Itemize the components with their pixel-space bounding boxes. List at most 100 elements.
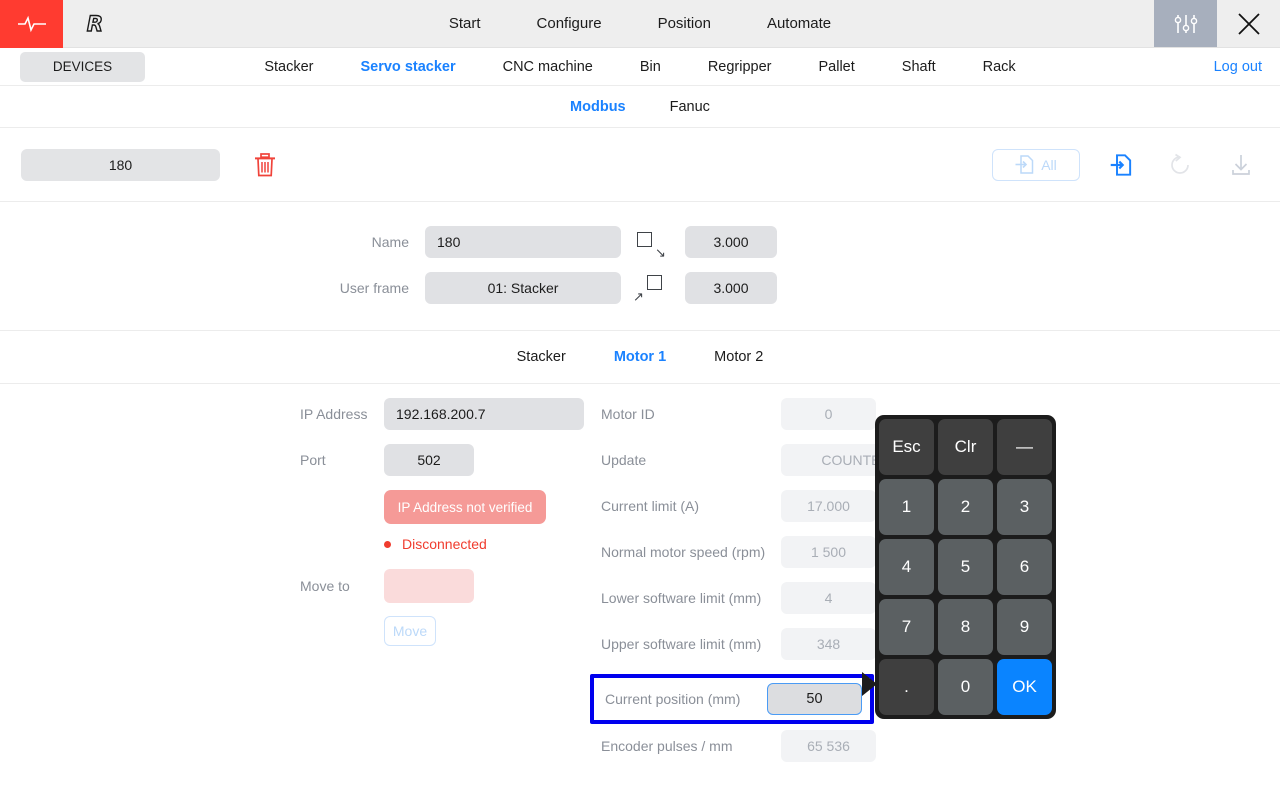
ip-address-input[interactable]: [384, 398, 584, 430]
nav-item-configure[interactable]: Configure: [535, 11, 604, 36]
device-tab-rack[interactable]: Rack: [983, 59, 1016, 75]
upper-software-limit-input[interactable]: [781, 628, 876, 660]
device-tab-cnc-machine[interactable]: CNC machine: [503, 59, 593, 75]
ip-address-label: IP Address: [300, 406, 368, 422]
motor-tab-motor-1[interactable]: Motor 1: [614, 349, 666, 365]
user-frame-label: User frame: [339, 280, 409, 296]
devices-tabbar: DEVICES Stacker Servo stacker CNC machin…: [0, 48, 1280, 86]
sliders-icon[interactable]: [1154, 0, 1217, 47]
current-position-label: Current position (mm): [605, 691, 741, 707]
motor-settings-form: IP Address Port IP Address not verified …: [0, 384, 1280, 800]
update-label: Update: [601, 452, 647, 468]
motor-tabbar: Stacker Motor 1 Motor 2: [0, 331, 1280, 384]
import-all-label: All: [1041, 156, 1057, 173]
import-all-button[interactable]: All: [992, 148, 1080, 181]
key-2[interactable]: 2: [938, 479, 993, 535]
program-name-input[interactable]: [21, 148, 220, 181]
motor-tab-stacker[interactable]: Stacker: [517, 349, 566, 365]
name-label: Name: [371, 234, 409, 250]
name-row: Name ↘: [0, 224, 1280, 260]
download-icon[interactable]: [1222, 146, 1260, 184]
nav-item-position[interactable]: Position: [656, 11, 713, 36]
connection-status: Disconnected: [384, 530, 584, 558]
toolbar-actions: All: [992, 146, 1260, 184]
key-ok[interactable]: OK: [997, 659, 1052, 715]
connection-status-label: Disconnected: [402, 536, 487, 552]
move-to-input[interactable]: [384, 569, 474, 603]
ip-address-row: IP Address: [300, 398, 584, 430]
keypad-pointer: [862, 672, 877, 696]
motor-id-input[interactable]: [781, 398, 876, 430]
key-clear[interactable]: Clr: [938, 419, 993, 475]
key-decimal[interactable]: .: [879, 659, 934, 715]
status-dot-icon: [384, 540, 391, 548]
key-0[interactable]: 0: [938, 659, 993, 715]
current-position-input[interactable]: [767, 683, 862, 715]
current-position-row: Current position (mm): [590, 674, 874, 724]
key-6[interactable]: 6: [997, 539, 1052, 595]
user-frame-select[interactable]: [425, 272, 621, 304]
program-meta-block: Name ↘ User frame ↗: [0, 202, 1280, 331]
motor-tab-motor-2[interactable]: Motor 2: [714, 349, 763, 365]
key-1[interactable]: 1: [879, 479, 934, 535]
upper-software-limit-label: Upper software limit (mm): [601, 636, 762, 652]
current-limit-label: Current limit (A): [601, 498, 700, 514]
port-row: Port: [300, 444, 584, 476]
device-tab-regripper[interactable]: Regripper: [708, 59, 772, 75]
device-tab-stacker[interactable]: Stacker: [264, 59, 313, 75]
normal-motor-speed-label: Normal motor speed (rpm): [601, 544, 766, 560]
nav-item-automate[interactable]: Automate: [765, 11, 833, 36]
trash-icon[interactable]: [248, 148, 282, 182]
key-5[interactable]: 5: [938, 539, 993, 595]
ip-warning-badge: IP Address not verified: [384, 490, 546, 524]
key-7[interactable]: 7: [879, 599, 934, 655]
encoder-pulses-label: Encoder pulses / mm: [601, 738, 733, 754]
nav-item-start[interactable]: Start: [447, 11, 483, 36]
devices-button[interactable]: DEVICES: [20, 51, 145, 82]
move-to-label: Move to: [300, 578, 350, 594]
name-input[interactable]: [425, 226, 621, 258]
import-file-icon: [1015, 155, 1034, 174]
approach-distance-input[interactable]: [685, 226, 777, 258]
move-button[interactable]: Move: [384, 616, 436, 646]
approach-corner-icon: ↘: [631, 224, 677, 260]
port-input[interactable]: [384, 444, 474, 476]
undo-icon[interactable]: [1162, 146, 1200, 184]
logout-link[interactable]: Log out: [1214, 59, 1262, 75]
lower-software-limit-input[interactable]: [781, 582, 876, 614]
tab-fanuc[interactable]: Fanuc: [670, 99, 710, 115]
protocol-tabbar: Modbus Fanuc: [0, 86, 1280, 128]
top-right-actions: [1154, 0, 1280, 47]
current-limit-input[interactable]: [781, 490, 876, 522]
top-header-bar: R Start Configure Position Automate: [0, 0, 1280, 48]
device-tab-pallet[interactable]: Pallet: [819, 59, 855, 75]
port-label: Port: [300, 452, 326, 468]
lower-software-limit-label: Lower software limit (mm): [601, 590, 762, 606]
encoder-pulses-input[interactable]: [781, 730, 876, 762]
key-9[interactable]: 9: [997, 599, 1052, 655]
key-4[interactable]: 4: [879, 539, 934, 595]
program-toolbar: All: [0, 128, 1280, 202]
main-nav: Start Configure Position Automate: [126, 0, 1154, 47]
key-3[interactable]: 3: [997, 479, 1052, 535]
encoder-pulses-row: Encoder pulses / mm: [601, 730, 931, 762]
pulse-icon: [0, 0, 63, 48]
key-minus[interactable]: —: [997, 419, 1052, 475]
tab-modbus[interactable]: Modbus: [570, 99, 626, 115]
import-file-icon[interactable]: [1102, 146, 1140, 184]
retract-corner-icon: ↗: [631, 270, 677, 306]
key-8[interactable]: 8: [938, 599, 993, 655]
device-tab-list: Stacker Servo stacker CNC machine Bin Re…: [264, 59, 1015, 75]
retract-distance-input[interactable]: [685, 272, 777, 304]
key-esc[interactable]: Esc: [879, 419, 934, 475]
numeric-keypad: Esc Clr — 1 2 3 4 5 6 7 8 9 . 0 OK: [875, 415, 1056, 719]
motor-id-label: Motor ID: [601, 406, 655, 422]
r-logo: R: [86, 11, 104, 36]
device-tab-bin[interactable]: Bin: [640, 59, 661, 75]
device-tab-shaft[interactable]: Shaft: [902, 59, 936, 75]
normal-motor-speed-input[interactable]: [781, 536, 876, 568]
connection-column: IP Address Port IP Address not verified …: [300, 398, 584, 646]
move-to-row: Move to: [300, 569, 584, 603]
device-tab-servo-stacker[interactable]: Servo stacker: [360, 59, 455, 75]
close-icon[interactable]: [1217, 0, 1280, 47]
